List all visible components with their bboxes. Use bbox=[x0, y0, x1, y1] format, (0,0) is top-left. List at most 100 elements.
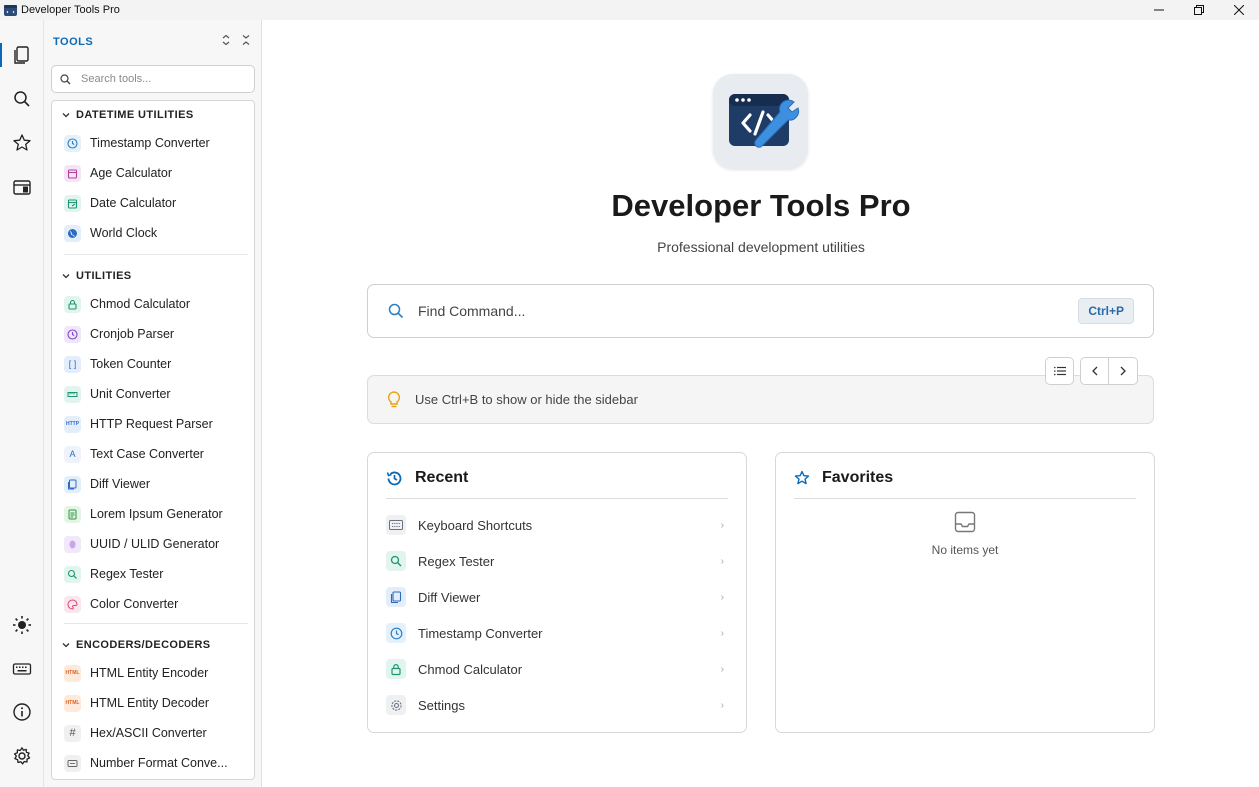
recent-item-regex-tester[interactable]: Regex Tester › bbox=[386, 543, 728, 579]
section-header-utilities[interactable]: UTILITIES bbox=[52, 264, 254, 288]
lock-icon bbox=[64, 295, 81, 313]
tip-banner: Use Ctrl+B to show or hide the sidebar bbox=[367, 375, 1154, 424]
chevron-right-icon: › bbox=[720, 555, 724, 567]
activity-search[interactable] bbox=[0, 79, 44, 119]
tool-item-label: Text Case Converter bbox=[90, 447, 204, 461]
brackets-icon: [ ] bbox=[64, 355, 81, 373]
activity-keyboard[interactable] bbox=[0, 649, 44, 689]
recent-item-settings[interactable]: Settings › bbox=[386, 687, 728, 723]
tool-item-uuid-ulid-generator[interactable]: UUID / ULID Generator bbox=[52, 529, 254, 559]
find-command-bar[interactable]: Find Command... Ctrl+P bbox=[367, 284, 1154, 338]
activity-tools[interactable] bbox=[0, 35, 44, 75]
section-title: UTILITIES bbox=[76, 270, 132, 282]
recent-item-chmod-calculator[interactable]: Chmod Calculator › bbox=[386, 651, 728, 687]
tool-item-token-counter[interactable]: [ ] Token Counter bbox=[52, 349, 254, 379]
tool-search-input[interactable] bbox=[81, 73, 241, 85]
diff-icon bbox=[64, 475, 81, 493]
app-logo bbox=[713, 74, 808, 169]
search-icon bbox=[64, 565, 81, 583]
tool-item-label: Timestamp Converter bbox=[90, 136, 210, 150]
tool-item-chmod-calculator[interactable]: Chmod Calculator bbox=[52, 289, 254, 319]
chevron-down-icon bbox=[62, 643, 70, 648]
tool-item-hex-ascii-converter[interactable]: # Hex/ASCII Converter bbox=[52, 718, 254, 748]
collapse-all-icon[interactable] bbox=[241, 34, 251, 46]
favorites-divider bbox=[794, 498, 1136, 499]
tool-item-lorem-ipsum-generator[interactable]: Lorem Ipsum Generator bbox=[52, 499, 254, 529]
section-header-datetime[interactable]: DATETIME UTILITIES bbox=[52, 103, 254, 127]
activity-settings[interactable] bbox=[0, 736, 44, 776]
tool-item-regex-tester[interactable]: Regex Tester bbox=[52, 559, 254, 589]
restore-button[interactable] bbox=[1179, 0, 1219, 20]
ruler-icon bbox=[64, 385, 81, 403]
tool-item-timestamp-converter[interactable]: Timestamp Converter bbox=[52, 128, 254, 158]
favorites-empty-text: No items yet bbox=[931, 543, 999, 557]
recent-item-timestamp-converter[interactable]: Timestamp Converter › bbox=[386, 615, 728, 651]
tool-item-cronjob-parser[interactable]: Cronjob Parser bbox=[52, 319, 254, 349]
tool-item-label: Color Converter bbox=[90, 597, 179, 611]
recent-item-label: Timestamp Converter bbox=[418, 625, 543, 641]
list-icon bbox=[1053, 366, 1066, 376]
tool-item-unit-converter[interactable]: Unit Converter bbox=[52, 379, 254, 409]
palette-icon bbox=[64, 595, 81, 613]
tool-item-diff-viewer[interactable]: Diff Viewer bbox=[52, 469, 254, 499]
section-header-encoders[interactable]: ENCODERS/DECODERS bbox=[52, 633, 254, 657]
files-icon bbox=[14, 46, 29, 64]
recent-item-diff-viewer[interactable]: Diff Viewer › bbox=[386, 579, 728, 615]
tool-item-http-request-parser[interactable]: HTTP HTTP Request Parser bbox=[52, 409, 254, 439]
all-tips-button[interactable] bbox=[1045, 357, 1074, 385]
close-window-button[interactable] bbox=[1219, 0, 1259, 20]
gear-icon bbox=[13, 747, 31, 765]
tools-sidebar: TOOLS DATETIME UTILITIES Timestamp Conve… bbox=[44, 20, 262, 787]
tool-item-html-entity-encoder[interactable]: HTML HTML Entity Encoder bbox=[52, 658, 254, 688]
main-content: Developer Tools Pro Professional develop… bbox=[263, 20, 1259, 787]
restore-icon bbox=[1194, 5, 1204, 15]
clock-icon bbox=[64, 325, 81, 343]
recent-item-label: Keyboard Shortcuts bbox=[418, 517, 533, 533]
page-subtitle: Professional development utilities bbox=[657, 239, 865, 255]
sidebar-title: TOOLS bbox=[53, 36, 94, 48]
search-icon bbox=[386, 551, 406, 571]
tool-item-world-clock[interactable]: World Clock bbox=[52, 218, 254, 248]
tool-item-number-format-converter[interactable]: Number Format Conve... bbox=[52, 748, 254, 778]
chevron-right-icon bbox=[1120, 366, 1126, 376]
minimize-icon bbox=[1154, 9, 1164, 11]
fingerprint-icon bbox=[64, 535, 81, 553]
section-divider bbox=[64, 254, 248, 255]
tool-search-box[interactable] bbox=[51, 65, 255, 93]
lock-icon bbox=[386, 659, 406, 679]
keyboard-icon bbox=[386, 515, 406, 535]
gear-icon bbox=[386, 695, 406, 715]
recent-card: Recent Keyboard Shortcuts › Regex Tester… bbox=[367, 452, 747, 733]
tool-item-text-case-converter[interactable]: A Text Case Converter bbox=[52, 439, 254, 469]
tool-item-color-converter[interactable]: Color Converter bbox=[52, 589, 254, 619]
tool-item-label: Hex/ASCII Converter bbox=[90, 726, 207, 740]
tool-item-label: Cronjob Parser bbox=[90, 327, 175, 341]
tool-item-age-calculator[interactable]: Age Calculator bbox=[52, 158, 254, 188]
activity-theme[interactable] bbox=[0, 605, 44, 645]
activity-favorites[interactable] bbox=[0, 123, 44, 163]
hash-icon: # bbox=[64, 724, 81, 742]
activity-windows[interactable] bbox=[0, 167, 44, 207]
tool-item-html-entity-decoder[interactable]: HTML HTML Entity Decoder bbox=[52, 688, 254, 718]
tool-item-label: Lorem Ipsum Generator bbox=[90, 507, 223, 521]
expand-all-icon[interactable] bbox=[221, 34, 231, 46]
html-icon: HTML bbox=[64, 664, 81, 682]
section-title: ENCODERS/DECODERS bbox=[76, 639, 211, 651]
tool-item-date-calculator[interactable]: Date Calculator bbox=[52, 188, 254, 218]
next-tip-button[interactable] bbox=[1109, 357, 1138, 385]
recent-header: Recent bbox=[386, 469, 468, 487]
chevron-down-icon bbox=[62, 274, 70, 279]
clock-icon bbox=[386, 623, 406, 643]
app-icon bbox=[4, 4, 17, 16]
minimize-button[interactable] bbox=[1139, 0, 1179, 20]
tool-item-label: Age Calculator bbox=[90, 166, 172, 180]
previous-tip-button[interactable] bbox=[1080, 357, 1109, 385]
tool-item-label: HTML Entity Encoder bbox=[90, 666, 209, 680]
tool-list: DATETIME UTILITIES Timestamp Converter A… bbox=[51, 100, 255, 780]
activity-about[interactable] bbox=[0, 692, 44, 732]
http-icon: HTTP bbox=[64, 415, 81, 433]
recent-item-keyboard-shortcuts[interactable]: Keyboard Shortcuts › bbox=[386, 507, 728, 543]
page-title: Developer Tools Pro bbox=[611, 188, 911, 223]
sun-icon bbox=[13, 616, 31, 634]
search-icon bbox=[60, 73, 71, 84]
